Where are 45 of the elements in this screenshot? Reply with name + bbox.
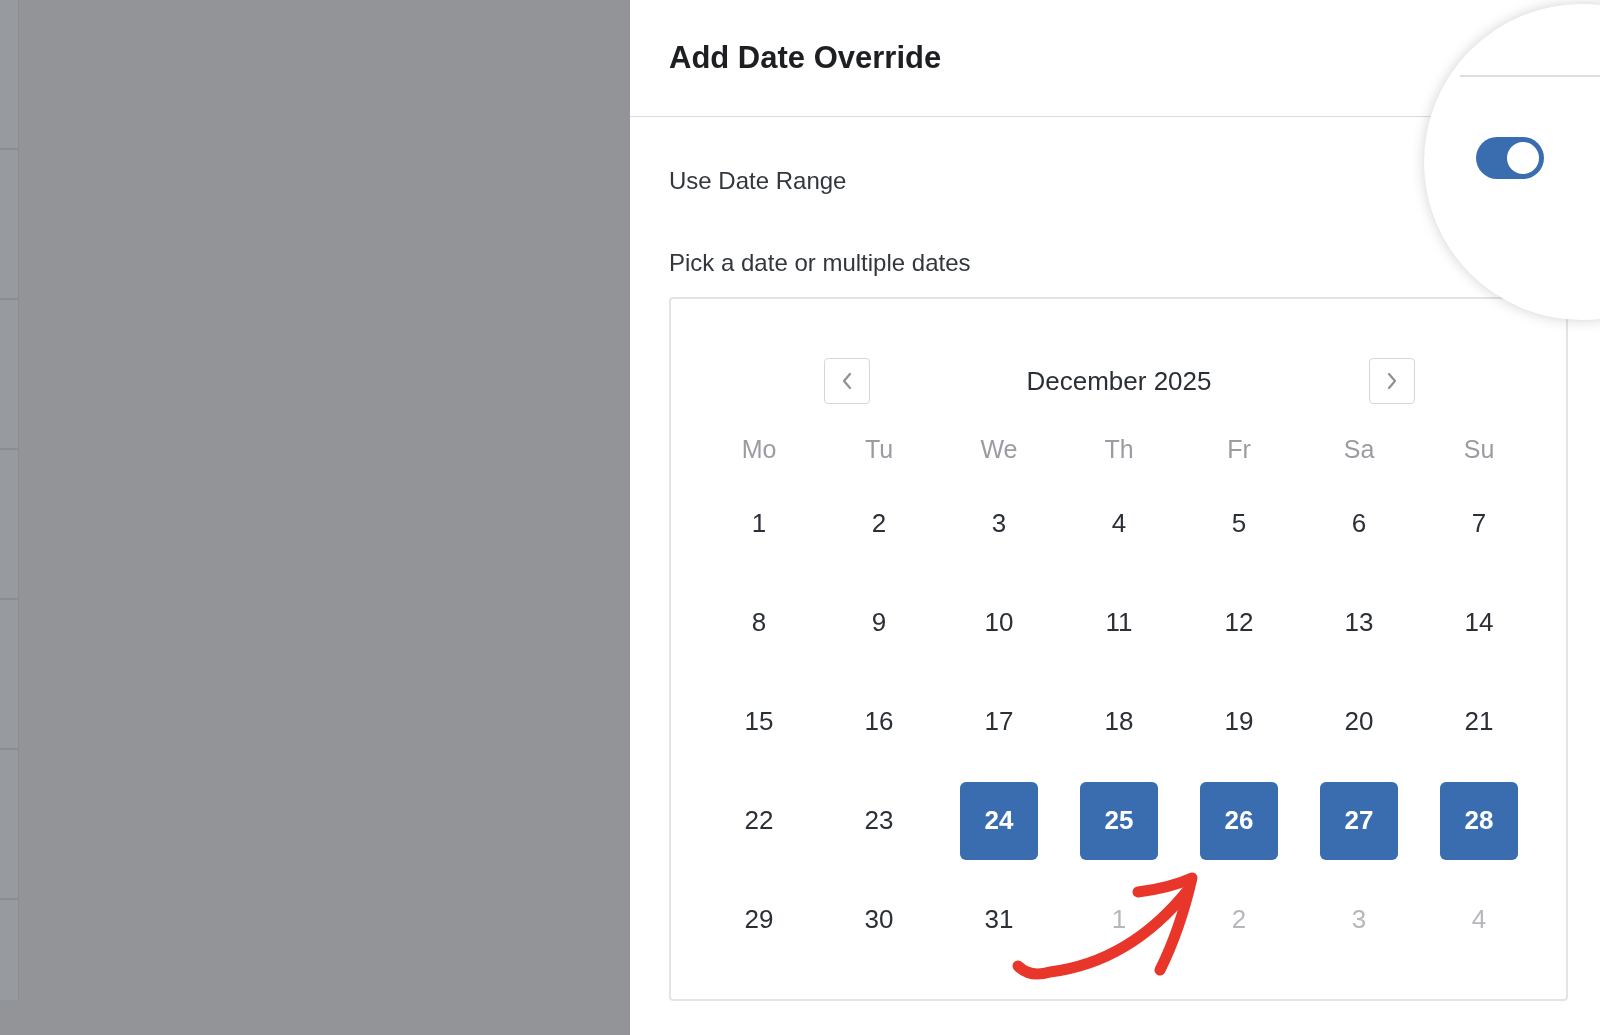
calendar-day[interactable]: 13 xyxy=(1320,583,1398,662)
calendar-day[interactable]: 26 xyxy=(1200,781,1278,860)
calendar-day[interactable]: 2 xyxy=(840,484,918,563)
calendar-day[interactable]: 1 xyxy=(720,484,798,563)
calendar-day[interactable]: 19 xyxy=(1200,682,1278,761)
weekday-label: Su xyxy=(1463,434,1495,464)
weekday-label: We xyxy=(980,434,1018,464)
previous-month-button[interactable] xyxy=(823,358,870,404)
calendar-day[interactable]: 4 xyxy=(1080,484,1158,563)
calendar-day[interactable]: 5 xyxy=(1200,484,1278,563)
weekday-label: Th xyxy=(1104,434,1134,464)
calendar-day[interactable]: 7 xyxy=(1440,484,1518,563)
calendar-day[interactable]: 8 xyxy=(720,583,798,662)
calendar-day[interactable]: 3 xyxy=(960,484,1038,563)
weekday-label: Fr xyxy=(1227,434,1251,464)
calendar-day[interactable]: 11 xyxy=(1080,583,1158,662)
panel-title: Add Date Override xyxy=(669,40,942,76)
picker-label: Pick a date or multiple dates xyxy=(669,249,971,277)
use-date-range-toggle[interactable] xyxy=(1476,137,1544,179)
month-title: December 2025 xyxy=(1026,365,1212,397)
calendar-day[interactable]: 24 xyxy=(960,781,1038,860)
calendar-day[interactable]: 18 xyxy=(1080,682,1158,761)
calendar-day[interactable]: 31 xyxy=(960,880,1038,959)
calendar-day[interactable]: 27 xyxy=(1320,781,1398,860)
calendar-day[interactable]: 16 xyxy=(840,682,918,761)
calendar-day[interactable]: 23 xyxy=(840,781,918,860)
calendar-day[interactable]: 9 xyxy=(840,583,918,662)
weekday-label: Mo xyxy=(741,434,777,464)
calendar-day[interactable]: 12 xyxy=(1200,583,1278,662)
calendar-day[interactable]: 6 xyxy=(1320,484,1398,563)
calendar-day[interactable]: 25 xyxy=(1080,781,1158,860)
calendar-day[interactable]: 10 xyxy=(960,583,1038,662)
calendar-day[interactable]: 21 xyxy=(1440,682,1518,761)
use-date-range-label: Use Date Range xyxy=(669,167,847,195)
weekday-label: Sa xyxy=(1343,434,1375,464)
calendar-day[interactable]: 22 xyxy=(720,781,798,860)
calendar-day[interactable]: 30 xyxy=(840,880,918,959)
calendar-day[interactable]: 28 xyxy=(1440,781,1518,860)
calendar-day[interactable]: 20 xyxy=(1320,682,1398,761)
next-month-button[interactable] xyxy=(1368,358,1415,404)
calendar-day[interactable]: 17 xyxy=(960,682,1038,761)
calendar-day[interactable]: 15 xyxy=(720,682,798,761)
calendar-day[interactable]: 29 xyxy=(720,880,798,959)
weekday-label: Tu xyxy=(864,434,894,464)
calendar-day[interactable]: 14 xyxy=(1440,583,1518,662)
